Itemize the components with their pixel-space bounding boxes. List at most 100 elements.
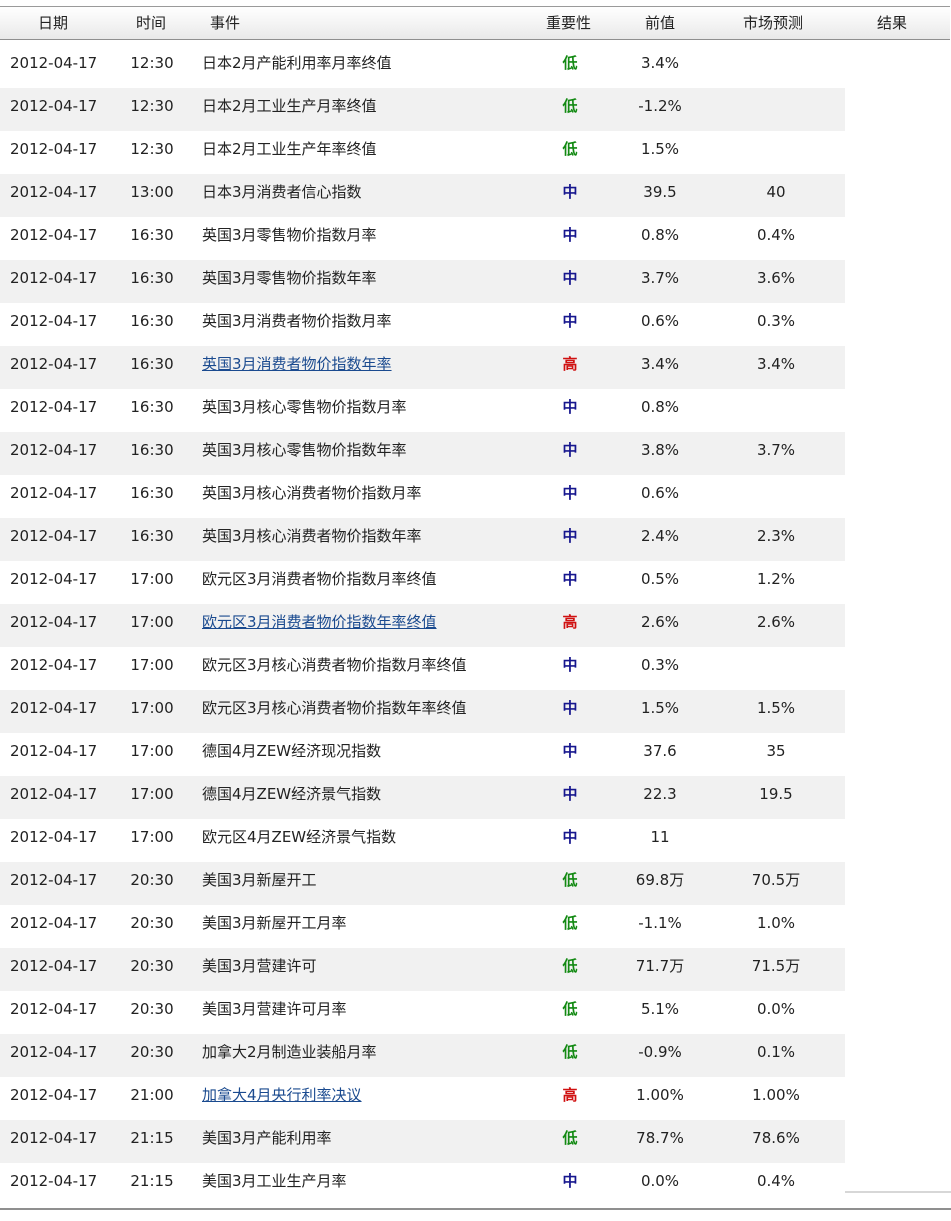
event-date: 2012-04-17 [10, 785, 98, 803]
table-row: 2012-04-17 21:00 加拿大4月央行利率决议 高 1.00% 1.00% [0, 1077, 845, 1120]
table-row: 2012-04-17 21:15 美国3月产能利用率 低 78.7% 78.6% [0, 1120, 845, 1163]
event-time: 20:30 [130, 957, 174, 975]
column-header-result[interactable]: 结果 [877, 7, 907, 39]
column-header-date[interactable]: 日期 [38, 7, 68, 39]
previous-value: -1.1% [638, 914, 682, 932]
event-time: 17:00 [130, 828, 174, 846]
event-link[interactable]: 英国3月消费者物价指数年率 [202, 346, 392, 389]
previous-value: 78.7% [636, 1129, 684, 1147]
importance-badge: 中 [562, 269, 578, 287]
previous-value: 71.7万 [635, 957, 685, 975]
table-row: 2012-04-17 16:30 英国3月消费者物价指数年率 高 3.4% 3.4% [0, 346, 845, 389]
previous-value: 11 [650, 828, 670, 846]
forecast-value: 78.6% [752, 1129, 800, 1147]
event-name: 美国3月新屋开工 [202, 871, 317, 889]
event-date: 2012-04-17 [10, 527, 98, 545]
event-time: 20:30 [130, 1000, 174, 1018]
importance-badge: 低 [562, 914, 578, 932]
previous-value: 0.8% [640, 226, 680, 244]
table-row: 2012-04-17 16:30 英国3月核心消费者物价指数年率 中 2.4% 2.3% [0, 518, 845, 561]
previous-value: -1.2% [638, 97, 682, 115]
event-time: 21:00 [130, 1086, 174, 1104]
importance-badge: 中 [562, 699, 578, 717]
forecast-value: 3.4% [756, 355, 796, 373]
event-link[interactable]: 欧元区3月消费者物价指数年率终值 [202, 604, 437, 647]
importance-badge: 中 [562, 441, 578, 459]
forecast-value: 1.5% [756, 699, 796, 717]
event-name: 欧元区3月核心消费者物价指数年率终值 [202, 699, 467, 717]
event-date: 2012-04-17 [10, 398, 98, 416]
forecast-value: 0.1% [756, 1043, 796, 1061]
event-name: 欧元区3月核心消费者物价指数月率终值 [202, 656, 467, 674]
column-header-importance[interactable]: 重要性 [546, 7, 591, 39]
table-row: 2012-04-17 20:30 加拿大2月制造业装船月率 低 -0.9% 0.1% [0, 1034, 845, 1077]
event-date: 2012-04-17 [10, 828, 98, 846]
event-date: 2012-04-17 [10, 656, 98, 674]
forecast-value: 1.0% [756, 914, 796, 932]
forecast-value: 2.6% [756, 613, 796, 631]
event-name: 美国3月工业生产月率 [202, 1172, 347, 1190]
event-name: 英国3月核心消费者物价指数年率 [202, 527, 422, 545]
forecast-value: 3.7% [756, 441, 796, 459]
event-time: 16:30 [130, 527, 174, 545]
previous-value: 3.4% [640, 54, 680, 72]
previous-value: 39.5 [643, 183, 677, 201]
importance-badge: 中 [562, 1172, 578, 1190]
event-time: 17:00 [130, 656, 174, 674]
table-row: 2012-04-17 17:00 欧元区4月ZEW经济景气指数 中 11 [0, 819, 845, 862]
table-row: 2012-04-17 17:00 欧元区3月核心消费者物价指数月率终值 中 0.3% [0, 647, 845, 690]
event-name: 日本2月工业生产月率终值 [202, 97, 377, 115]
event-name: 德国4月ZEW经济景气指数 [202, 785, 382, 803]
event-name: 美国3月新屋开工月率 [202, 914, 347, 932]
event-time: 20:30 [130, 1043, 174, 1061]
importance-badge: 低 [562, 957, 578, 975]
event-date: 2012-04-17 [10, 226, 98, 244]
previous-value: 22.3 [643, 785, 677, 803]
event-time: 17:00 [130, 613, 174, 631]
event-date: 2012-04-17 [10, 1043, 98, 1061]
previous-value: 0.8% [640, 398, 680, 416]
table-row: 2012-04-17 17:00 德国4月ZEW经济现况指数 中 37.6 35 [0, 733, 845, 776]
previous-value: 3.8% [640, 441, 680, 459]
forecast-value: 2.3% [756, 527, 796, 545]
importance-badge: 高 [562, 1086, 578, 1104]
table-row: 2012-04-17 16:30 英国3月零售物价指数年率 中 3.7% 3.6% [0, 260, 845, 303]
importance-badge: 低 [562, 871, 578, 889]
event-name: 日本2月工业生产年率终值 [202, 140, 377, 158]
event-time: 16:30 [130, 398, 174, 416]
event-link[interactable]: 加拿大4月央行利率决议 [202, 1077, 362, 1120]
event-time: 20:30 [130, 914, 174, 932]
table-row: 2012-04-17 20:30 美国3月新屋开工月率 低 -1.1% 1.0% [0, 905, 845, 948]
event-time: 20:30 [130, 871, 174, 889]
event-date: 2012-04-17 [10, 871, 98, 889]
event-name: 英国3月核心零售物价指数月率 [202, 398, 407, 416]
previous-value: -0.9% [638, 1043, 682, 1061]
column-header-time[interactable]: 时间 [136, 7, 166, 39]
event-name: 英国3月核心零售物价指数年率 [202, 441, 407, 459]
event-date: 2012-04-17 [10, 140, 98, 158]
table-row: 2012-04-17 17:00 德国4月ZEW经济景气指数 中 22.3 19.5 [0, 776, 845, 819]
table-row: 2012-04-17 16:30 英国3月核心消费者物价指数月率 中 0.6% [0, 475, 845, 518]
event-date: 2012-04-17 [10, 484, 98, 502]
column-header-forecast[interactable]: 市场预测 [743, 7, 803, 39]
event-date: 2012-04-17 [10, 355, 98, 373]
event-date: 2012-04-17 [10, 613, 98, 631]
event-time: 16:30 [130, 312, 174, 330]
result-column-area [845, 45, 951, 1193]
column-header-event[interactable]: 事件 [210, 7, 240, 39]
previous-value: 3.7% [640, 269, 680, 287]
event-name: 英国3月消费者物价指数月率 [202, 312, 392, 330]
importance-badge: 中 [562, 656, 578, 674]
previous-value: 1.5% [640, 140, 680, 158]
forecast-value: 0.4% [756, 226, 796, 244]
column-header-previous[interactable]: 前值 [645, 7, 675, 39]
forecast-value: 40 [766, 183, 786, 201]
previous-value: 69.8万 [635, 871, 685, 889]
event-date: 2012-04-17 [10, 441, 98, 459]
table-row: 2012-04-17 17:00 欧元区3月消费者物价指数月率终值 中 0.5% 1.2% [0, 561, 845, 604]
importance-badge: 低 [562, 97, 578, 115]
table-bottom-border [0, 1208, 951, 1210]
previous-value: 1.00% [636, 1086, 684, 1104]
importance-badge: 中 [562, 742, 578, 760]
forecast-value: 19.5 [759, 785, 793, 803]
